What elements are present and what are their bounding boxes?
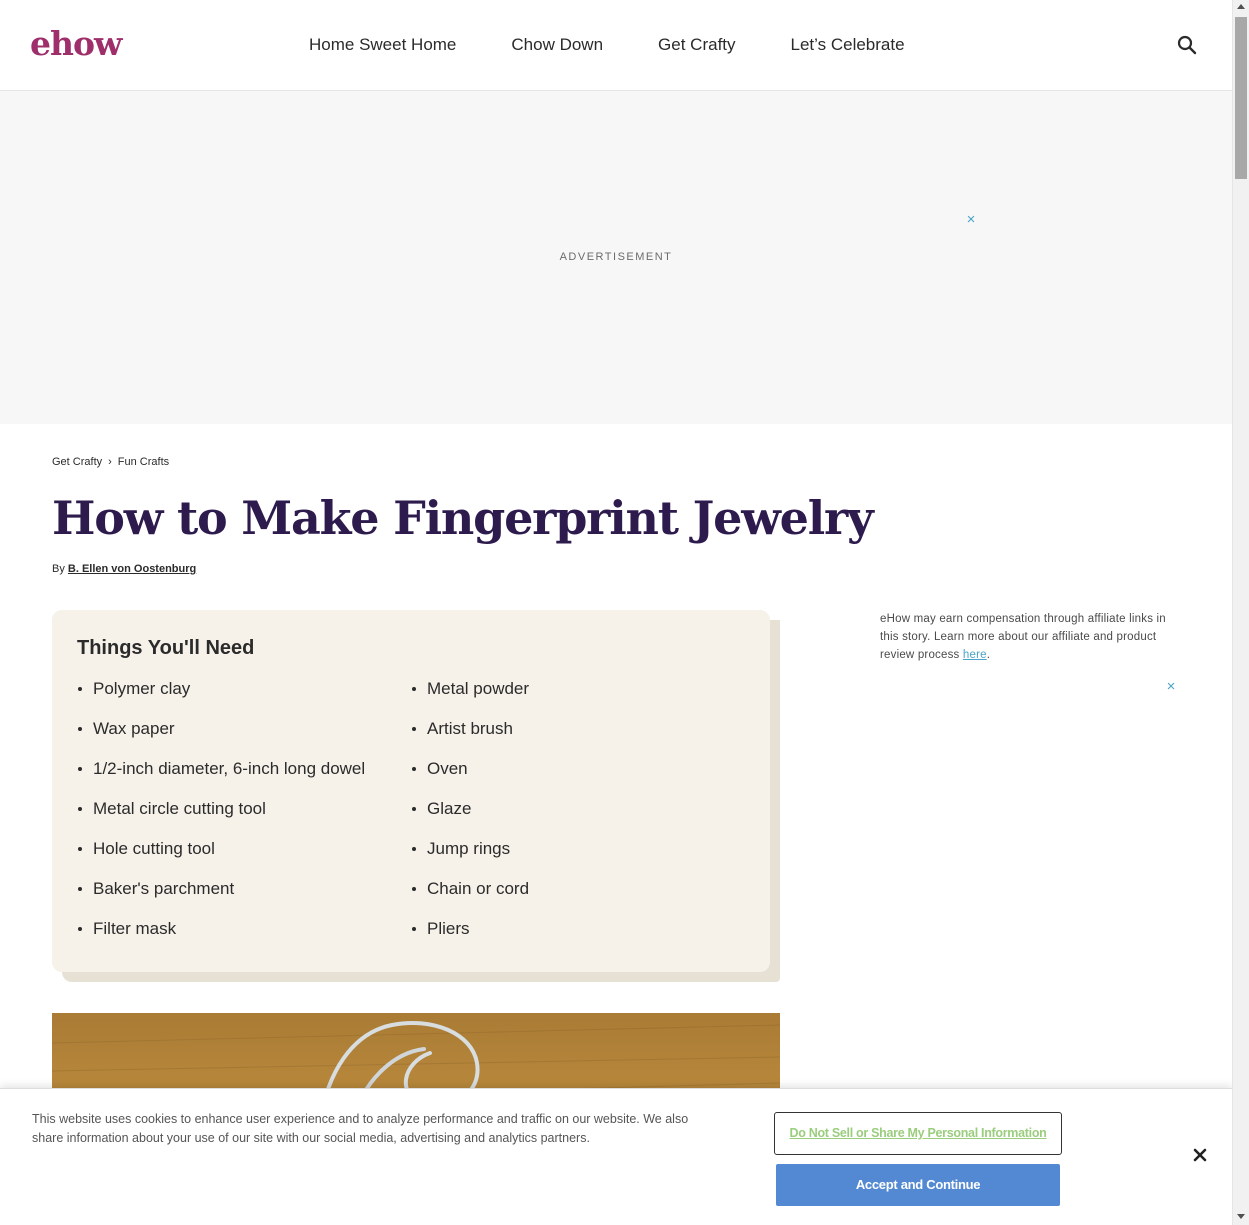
things-heading: Things You'll Need <box>77 637 255 659</box>
page: ehow Home Sweet Home Chow Down Get Craft… <box>0 0 1232 1225</box>
main-nav: Home Sweet Home Chow Down Get Crafty Let… <box>309 33 960 57</box>
nav-chow-down[interactable]: Chow Down <box>511 33 603 57</box>
page-title: How to Make Fingerprint Jewelry <box>52 491 874 545</box>
ad-close-icon[interactable]: × <box>964 212 978 227</box>
list-item: Oven <box>411 758 745 798</box>
do-not-sell-button[interactable]: Do Not Sell or Share My Personal Informa… <box>774 1112 1062 1155</box>
list-item: Metal powder <box>411 678 745 718</box>
sidebar-ad-close-icon[interactable]: × <box>1164 679 1178 694</box>
chevron-right-icon: › <box>108 456 112 468</box>
list-item: Metal circle cutting tool <box>77 798 411 838</box>
scroll-thumb[interactable] <box>1235 17 1247 179</box>
list-item: Wax paper <box>77 718 411 758</box>
list-item: Chain or cord <box>411 878 745 918</box>
vertical-scrollbar[interactable] <box>1232 0 1249 1225</box>
breadcrumb-get-crafty[interactable]: Get Crafty <box>52 456 102 468</box>
ad-banner: × ADVERTISEMENT <box>0 91 1232 424</box>
affiliate-here-link[interactable]: here <box>963 649 987 661</box>
scroll-up-arrow-icon[interactable] <box>1237 4 1245 9</box>
site-logo[interactable]: ehow <box>30 24 122 64</box>
cookie-text: This website uses cookies to enhance use… <box>32 1112 689 1145</box>
nav-get-crafty[interactable]: Get Crafty <box>658 33 735 57</box>
list-item: Artist brush <box>411 718 745 758</box>
list-item: Pliers <box>411 918 745 958</box>
things-list-right: Metal powder Artist brush Oven Glaze Jum… <box>411 678 745 958</box>
breadcrumb: Get Crafty › Fun Crafts <box>52 456 169 468</box>
list-item: Hole cutting tool <box>77 838 411 878</box>
search-icon[interactable] <box>1176 34 1198 56</box>
nav-lets-celebrate[interactable]: Let’s Celebrate <box>791 33 905 57</box>
list-item: Baker's parchment <box>77 878 411 918</box>
scroll-down-arrow-icon[interactable] <box>1237 1214 1245 1219</box>
list-item: Glaze <box>411 798 745 838</box>
site-header: ehow Home Sweet Home Chow Down Get Craft… <box>0 0 1232 91</box>
affiliate-text: eHow may earn compensation through affil… <box>880 613 1166 661</box>
close-icon[interactable] <box>1190 1145 1210 1165</box>
affiliate-disclosure: eHow may earn compensation through affil… <box>880 610 1185 664</box>
list-item: Filter mask <box>77 918 411 958</box>
accept-continue-button[interactable]: Accept and Continue <box>776 1164 1060 1206</box>
cookie-banner: This website uses cookies to enhance use… <box>0 1088 1232 1225</box>
list-item: Jump rings <box>411 838 745 878</box>
byline: By B. Ellen von Oostenburg <box>52 563 196 575</box>
list-item: 1/2-inch diameter, 6-inch long dowel <box>77 758 411 798</box>
affiliate-end: . <box>986 649 991 661</box>
ad-label: ADVERTISEMENT <box>559 251 673 263</box>
by-label: By <box>52 563 65 575</box>
list-item: Polymer clay <box>77 678 411 718</box>
author-link[interactable]: B. Ellen von Oostenburg <box>68 563 196 575</box>
breadcrumb-fun-crafts[interactable]: Fun Crafts <box>118 456 169 468</box>
nav-home-sweet-home[interactable]: Home Sweet Home <box>309 33 456 57</box>
things-list-left: Polymer clay Wax paper 1/2-inch diameter… <box>77 678 411 958</box>
things-needed-box: Things You'll Need Polymer clay Wax pape… <box>52 610 770 972</box>
